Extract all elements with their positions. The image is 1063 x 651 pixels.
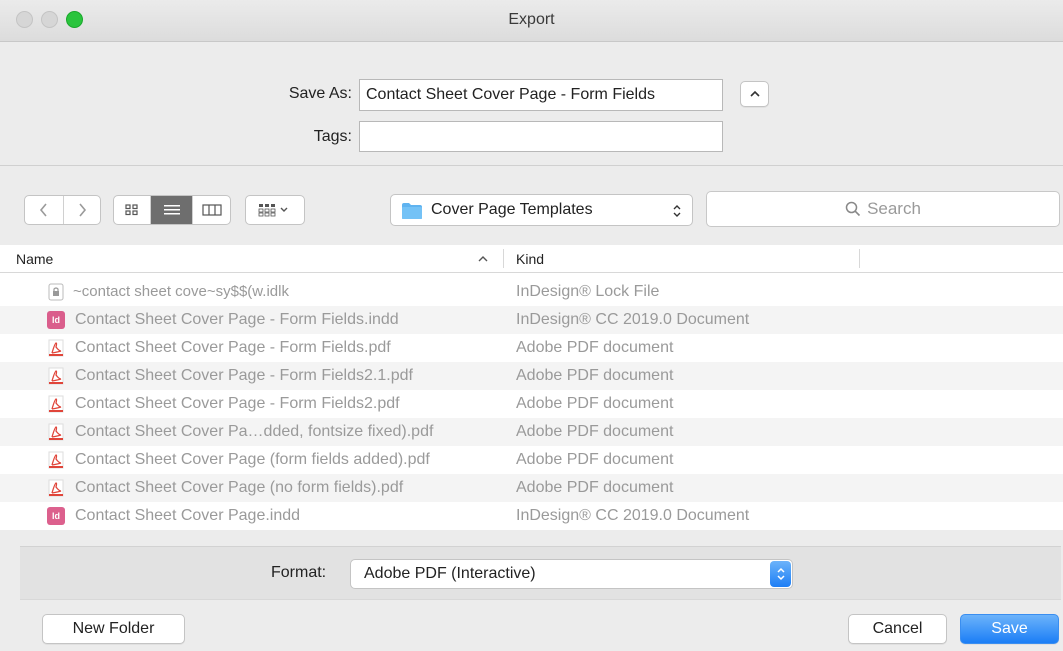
pdf-file-icon [48,423,64,441]
format-label: Format: [271,564,327,581]
file-name: Contact Sheet Cover Page - Form Fields2.… [75,367,413,384]
window-title: Export [508,11,555,28]
back-forward-control [24,195,101,225]
chevron-up-icon [749,90,760,97]
divider [0,165,1063,166]
title-bar: Export [0,0,1063,42]
file-name: Contact Sheet Cover Page.indd [75,507,301,524]
file-name: Contact Sheet Cover Page - Form Fields.p… [75,339,391,356]
indesign-file-icon: Id [47,311,65,329]
file-kind: Adobe PDF document [516,367,674,384]
file-kind: InDesign® Lock File [516,283,660,300]
back-button[interactable] [25,196,63,224]
file-row[interactable]: Contact Sheet Cover Page - Form Fields2.… [0,362,1063,390]
location-popup[interactable]: Cover Page Templates [390,194,693,226]
chevron-right-icon [79,203,87,217]
search-placeholder: Search [867,199,921,218]
file-list: Name Kind ~contact sheet cove~sy$$(w.idl… [0,245,1063,530]
file-row[interactable]: Contact Sheet Cover Pa…dded, fontsize fi… [0,418,1063,446]
icon-view-button[interactable] [114,196,150,224]
folder-icon [402,203,422,219]
up-down-chevron-icon [673,205,681,217]
list-view-button[interactable] [150,196,192,224]
forward-button[interactable] [63,196,100,224]
file-kind: Adobe PDF document [516,339,674,356]
grid-icon [125,204,138,216]
pdf-file-icon [48,479,64,497]
file-kind: Adobe PDF document [516,479,674,496]
arrange-icon [258,204,288,217]
file-kind: Adobe PDF document [516,423,674,440]
file-name: ~contact sheet cove~sy$$(w.idlk [73,283,289,300]
save-button[interactable]: Save [960,614,1059,644]
file-row[interactable]: Contact Sheet Cover Page - Form Fields.p… [0,334,1063,362]
sort-ascending-icon [478,256,488,262]
file-kind: InDesign® CC 2019.0 Document [516,507,750,524]
columns-icon [201,204,222,216]
search-icon [845,201,861,217]
list-icon [163,205,180,215]
pdf-file-icon [48,339,64,357]
cancel-button[interactable]: Cancel [848,614,947,644]
file-row[interactable]: Contact Sheet Cover Page (no form fields… [0,474,1063,502]
file-kind: Adobe PDF document [516,451,674,468]
column-separator[interactable] [503,249,504,268]
file-name: Contact Sheet Cover Page (no form fields… [75,479,404,496]
file-row[interactable]: Contact Sheet Cover Page - Form Fields2.… [0,390,1063,418]
pdf-file-icon [48,451,64,469]
indesign-file-icon: Id [47,507,65,525]
pdf-file-icon [48,367,64,385]
file-list-header: Name Kind [0,245,1063,273]
location-label: Cover Page Templates [431,201,593,218]
column-separator[interactable] [859,249,860,268]
file-name: Contact Sheet Cover Pa…dded, fontsize fi… [75,423,434,440]
column-header-kind[interactable]: Kind [516,251,544,267]
file-row[interactable]: Contact Sheet Cover Page (form fields ad… [0,446,1063,474]
format-value: Adobe PDF (Interactive) [364,565,536,582]
group-by-inner [246,196,304,224]
file-row[interactable]: Id Contact Sheet Cover Page.indd InDesig… [0,502,1063,530]
format-select-stepper [770,561,791,587]
column-view-button[interactable] [192,196,230,224]
chevron-left-icon [39,203,47,217]
column-header-name[interactable]: Name [16,251,53,267]
file-kind: Adobe PDF document [516,395,674,412]
lock-file-icon [48,283,64,301]
file-name: Contact Sheet Cover Page (form fields ad… [75,451,430,468]
save-as-field[interactable]: Contact Sheet Cover Page - Form Fields [359,79,723,111]
file-row[interactable]: Id Contact Sheet Cover Page - Form Field… [0,306,1063,334]
pdf-file-icon [48,395,64,413]
group-by-button[interactable] [245,195,305,225]
format-select[interactable]: Adobe PDF (Interactive) [350,559,793,589]
file-kind: InDesign® CC 2019.0 Document [516,311,750,328]
view-mode-control [113,195,231,225]
save-as-label: Save As: [288,85,352,102]
search-field[interactable]: Search [706,191,1060,227]
tags-field[interactable] [359,121,723,152]
file-name: Contact Sheet Cover Page - Form Fields2.… [75,395,400,412]
collapse-dialog-button[interactable] [740,81,769,107]
tags-label: Tags: [313,128,352,145]
file-name: Contact Sheet Cover Page - Form Fields.i… [75,311,399,328]
file-row[interactable]: ~contact sheet cove~sy$$(w.idlk InDesign… [0,278,1063,306]
export-dialog: Export Save As: Contact Sheet Cover Page… [0,0,1063,651]
up-down-chevron-icon [776,567,785,581]
new-folder-button[interactable]: New Folder [42,614,185,644]
format-options-bar: Format: Adobe PDF (Interactive) [20,546,1061,600]
